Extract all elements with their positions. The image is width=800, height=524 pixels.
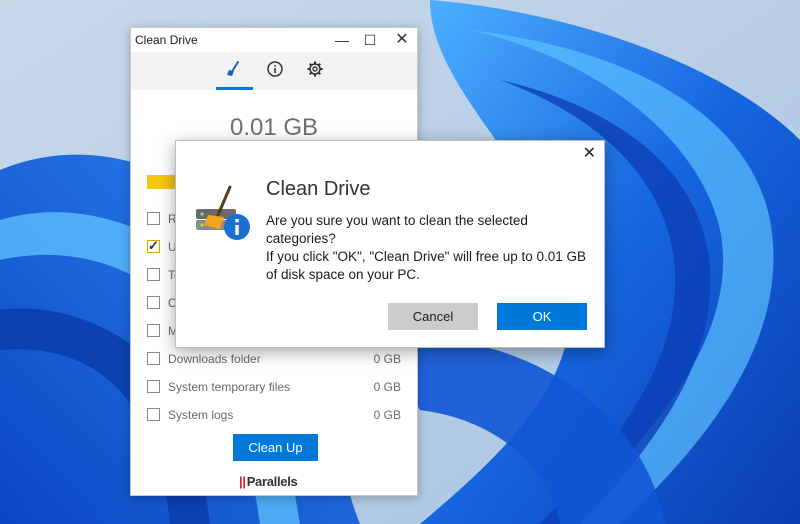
maximize-button[interactable]: ☐ (355, 30, 385, 50)
list-item[interactable]: System logs 0 GB (147, 402, 401, 430)
category-size: 0 GB (373, 408, 401, 422)
cancel-button[interactable]: Cancel (388, 303, 478, 330)
category-size: 0 GB (373, 380, 401, 394)
message-line: If you click "OK", "Clean Drive" will fr… (266, 249, 587, 264)
category-checkbox[interactable] (147, 380, 160, 393)
clean-up-button[interactable]: Clean Up (233, 434, 318, 461)
window-title: Clean Drive (135, 33, 198, 47)
logo-text: Parallels (246, 474, 298, 489)
category-checkbox[interactable] (147, 212, 160, 225)
message-line: categories? (266, 231, 336, 246)
toolbar (131, 52, 417, 90)
category-checkbox[interactable] (147, 296, 160, 309)
category-checkbox[interactable] (147, 268, 160, 281)
parallels-logo: ||Parallels (239, 474, 298, 489)
info-icon[interactable] (264, 60, 286, 82)
parallels-bars-icon: || (239, 474, 246, 489)
category-label: System logs (168, 408, 234, 422)
list-item[interactable]: Downloads folder 0 GB (147, 346, 401, 374)
clean-drive-info-icon (196, 185, 250, 240)
category-checkbox[interactable] (147, 238, 160, 254)
message-line: of disk space on your PC. (266, 267, 420, 282)
category-checkbox[interactable] (147, 408, 160, 421)
confirm-dialog: ✕ Clean Drive Are you sure you want to c… (175, 140, 605, 348)
category-label: Downloads folder (168, 352, 261, 366)
broom-icon[interactable] (223, 60, 245, 82)
total-size: 0.01 GB (229, 114, 319, 141)
minimize-button[interactable]: — (327, 30, 357, 50)
category-size: 0 GB (373, 352, 401, 366)
title-bar[interactable]: Clean Drive — ☐ ✕ (131, 28, 417, 52)
gear-icon[interactable] (304, 60, 326, 82)
dialog-title: Clean Drive (266, 178, 371, 200)
category-label: System temporary files (168, 380, 291, 394)
message-line: Are you sure you want to clean the selec… (266, 213, 528, 228)
ok-button[interactable]: OK (497, 303, 587, 330)
category-checkbox[interactable] (147, 324, 160, 337)
dialog-message: Are you sure you want to clean the selec… (266, 212, 596, 284)
close-button[interactable]: ✕ (387, 30, 417, 50)
dialog-close-button[interactable]: ✕ (583, 143, 596, 163)
list-item[interactable]: System temporary files 0 GB (147, 374, 401, 402)
category-checkbox[interactable] (147, 352, 160, 365)
active-tab-indicator (216, 87, 253, 90)
